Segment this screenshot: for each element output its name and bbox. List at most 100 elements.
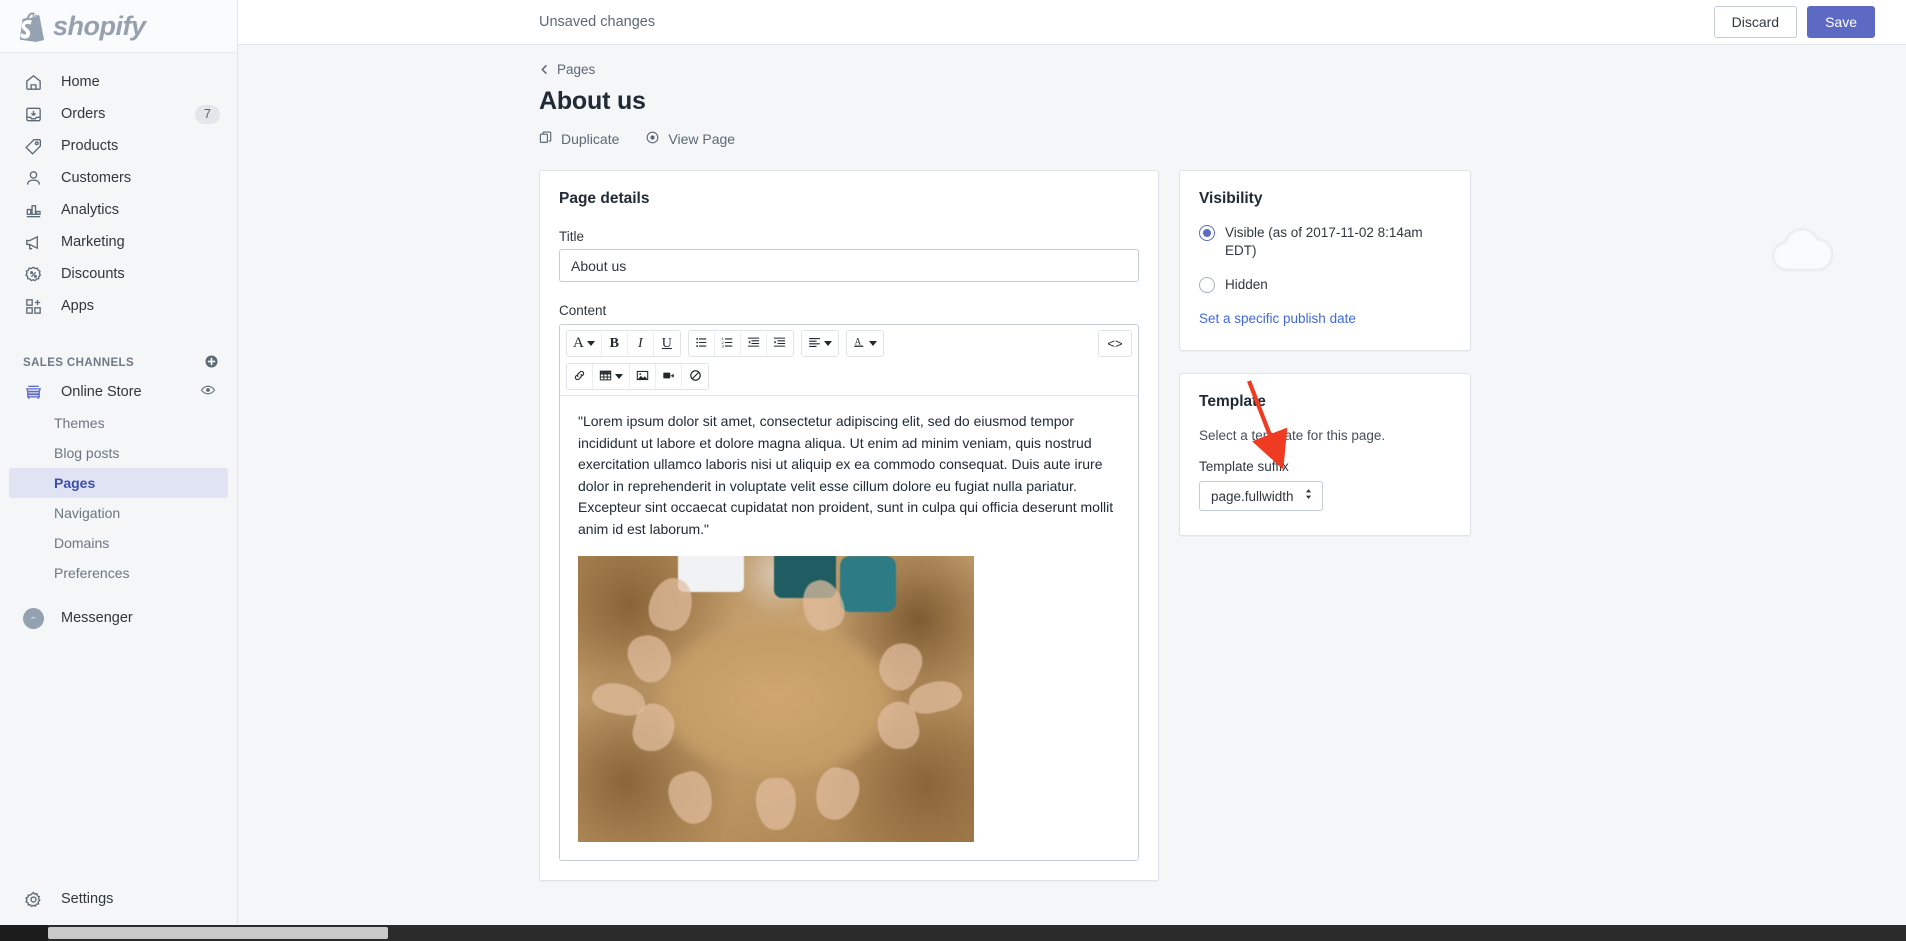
clear-formatting-button[interactable] (682, 364, 708, 389)
discard-button[interactable]: Discard (1713, 6, 1798, 38)
sidebar-item-analytics[interactable]: Analytics (9, 194, 228, 226)
insert-image-button[interactable] (630, 364, 656, 389)
sidebar-item-themes[interactable]: Themes (9, 408, 228, 438)
title-input[interactable] (559, 249, 1139, 282)
sidebar-item-domains[interactable]: Domains (9, 528, 228, 558)
bullet-list-button[interactable] (688, 331, 715, 356)
list-group: 1 2 3 (687, 330, 794, 357)
sidebar-item-preferences[interactable]: Preferences (9, 558, 228, 588)
template-suffix-label: Template suffix (1199, 459, 1289, 474)
person-icon (23, 168, 44, 189)
chevron-down-icon (868, 341, 877, 346)
code-view-button[interactable]: <> (1099, 331, 1131, 356)
radio-visible[interactable] (1199, 225, 1215, 241)
insert-table-dropdown[interactable] (593, 364, 630, 389)
section-label: SALES CHANNELS (23, 357, 135, 369)
toolbar-row-1: A B I U 1 2 3 A <> (566, 330, 1132, 357)
underline-button[interactable]: U (653, 331, 680, 356)
sub-item-label: Preferences (54, 565, 130, 581)
scrollbar-thumb[interactable] (48, 927, 388, 939)
svg-text:3: 3 (721, 343, 724, 348)
eye-icon[interactable] (200, 382, 216, 402)
save-button[interactable]: Save (1807, 6, 1875, 38)
messenger-icon (23, 607, 44, 629)
brand-logo[interactable]: shopify (0, 0, 237, 53)
duplicate-icon (539, 130, 553, 148)
editor-toolbar: A B I U 1 2 3 A <> (560, 325, 1138, 396)
storefront-icon (23, 382, 44, 403)
chevron-down-icon (586, 341, 595, 346)
eye-icon (645, 130, 660, 148)
chevron-down-icon (823, 341, 832, 346)
visibility-card-title: Visibility (1199, 190, 1263, 207)
editor-body-text: "Lorem ipsum dolor sit amet, consectetur… (578, 413, 1114, 537)
radio-hidden[interactable] (1199, 277, 1215, 293)
bold-icon: B (609, 335, 620, 351)
sidebar-item-marketing[interactable]: Marketing (9, 226, 228, 258)
sidebar-item-label: Marketing (61, 234, 125, 250)
sidebar-item-pages[interactable]: Pages (9, 468, 228, 498)
text-color-dropdown[interactable]: A (846, 331, 883, 356)
align-left-icon (808, 336, 821, 352)
brand-name: shopify (53, 10, 146, 41)
sidebar-item-orders[interactable]: Orders 7 (9, 98, 228, 130)
sidebar-item-online-store[interactable]: Online Store (9, 376, 228, 408)
set-publish-date-link[interactable]: Set a specific publish date (1199, 311, 1356, 326)
sidebar-item-messenger[interactable]: Messenger (9, 602, 228, 634)
insert-link-button[interactable] (567, 364, 593, 389)
a-underline-icon: A (853, 335, 866, 352)
sidebar-item-label: Products (61, 138, 119, 154)
discount-percent-icon (23, 264, 44, 285)
align-dropdown[interactable] (801, 331, 838, 356)
editor-content-area[interactable]: "Lorem ipsum dolor sit amet, consectetur… (560, 396, 1138, 860)
context-bar: Unsaved changes Discard Save (238, 0, 1906, 45)
image-icon (636, 369, 649, 385)
sidebar-item-products[interactable]: Products (9, 130, 228, 162)
toolbar-row-2 (566, 363, 1132, 390)
sidebar-item-navigation[interactable]: Navigation (9, 498, 228, 528)
sidebar-item-label: Home (61, 74, 100, 90)
sub-item-label: Blog posts (54, 445, 120, 461)
hands-circle-photo[interactable] (578, 556, 974, 842)
sidebar-item-blog-posts[interactable]: Blog posts (9, 438, 228, 468)
sidebar-item-settings[interactable]: Settings (9, 883, 228, 915)
duplicate-button[interactable]: Duplicate (539, 130, 619, 148)
sidebar-item-home[interactable]: Home (9, 66, 228, 98)
gear-icon (23, 889, 44, 910)
view-page-button[interactable]: View Page (645, 130, 735, 148)
visibility-option-hidden[interactable]: Hidden (1199, 276, 1451, 294)
megaphone-icon (23, 232, 44, 253)
visibility-option-visible[interactable]: Visible (as of 2017-11-02 8:14am EDT) (1199, 224, 1451, 260)
outdent-icon (747, 336, 760, 352)
sidebar-item-label: Messenger (61, 610, 133, 626)
align-group (800, 330, 839, 357)
visibility-option-label: Visible (as of 2017-11-02 8:14am EDT) (1225, 225, 1423, 258)
template-help-text: Select a template for this page. (1199, 428, 1386, 443)
template-suffix-select[interactable]: page.fullwidth (1199, 481, 1323, 511)
sidebar-item-label: Settings (61, 891, 114, 907)
sidebar-item-label: Analytics (61, 202, 120, 218)
plus-circle-icon[interactable] (204, 354, 219, 372)
breadcrumb[interactable]: Pages (539, 62, 1471, 77)
italic-button[interactable]: I (627, 331, 654, 356)
orders-inbox-icon (23, 104, 44, 125)
numbered-list-button[interactable]: 1 2 3 (714, 331, 741, 356)
code-view-group: <> (1098, 330, 1132, 357)
sub-item-label: Domains (54, 535, 110, 551)
sidebar-item-customers[interactable]: Customers (9, 162, 228, 194)
chevron-left-icon (539, 64, 550, 75)
content-field-label: Content (559, 303, 607, 318)
bold-button[interactable]: B (601, 331, 628, 356)
select-updown-icon (1304, 487, 1313, 506)
font-style-dropdown[interactable]: A (567, 331, 602, 356)
indent-button[interactable] (766, 331, 793, 356)
nav-divider-space (0, 322, 237, 350)
italic-icon: I (638, 335, 643, 351)
insert-video-button[interactable] (656, 364, 682, 389)
outdent-button[interactable] (740, 331, 767, 356)
home-icon (23, 72, 44, 93)
sidebar-item-discounts[interactable]: Discounts (9, 258, 228, 290)
horizontal-scrollbar[interactable] (0, 925, 1906, 941)
sidebar-primary-nav: Home Orders 7 Products Customers Analyti… (0, 53, 237, 322)
sidebar-item-apps[interactable]: Apps (9, 290, 228, 322)
